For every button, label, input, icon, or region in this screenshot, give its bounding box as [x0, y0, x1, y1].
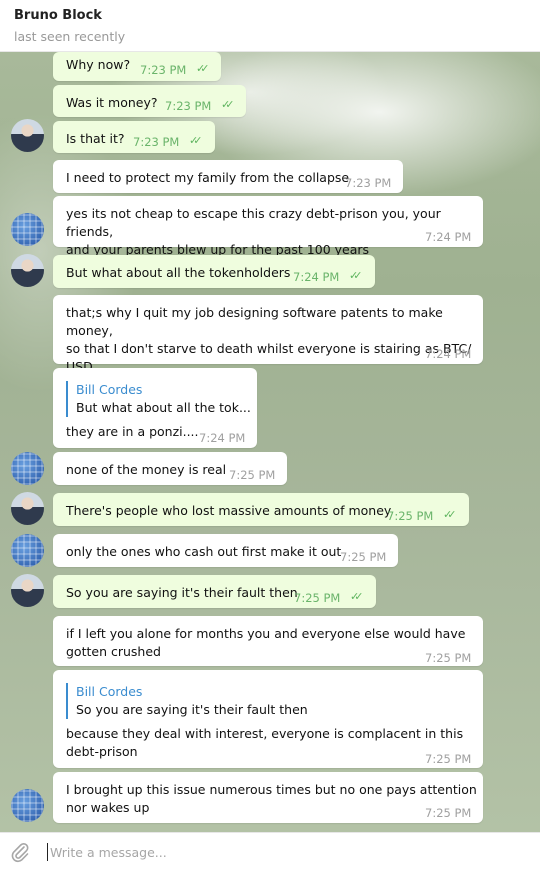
- avatar[interactable]: [11, 254, 44, 287]
- reply-author: Bill Cordes: [76, 684, 143, 699]
- read-check-icon: ✓✓: [443, 508, 457, 521]
- message-text: So you are saying it's their fault then: [66, 585, 298, 600]
- read-check-icon: ✓✓: [349, 269, 363, 282]
- message-time: 7:23 PM: [345, 176, 392, 190]
- message-time: 7:25 PM: [387, 509, 434, 523]
- message-time: 7:23 PM: [140, 63, 187, 77]
- message-list[interactable]: Why now? 7:23 PM ✓✓ Was it money? 7:23 P…: [0, 52, 540, 832]
- message-time: 7:25 PM: [425, 752, 472, 766]
- message-text: none of the money is real: [66, 462, 227, 477]
- message-text: There's people who lost massive amounts …: [66, 503, 392, 518]
- message-time: 7:24 PM: [199, 431, 246, 445]
- avatar[interactable]: [11, 789, 44, 822]
- avatar[interactable]: [11, 492, 44, 525]
- message-bubble[interactable]: that;s why I quit my job designing softw…: [53, 295, 483, 374]
- message-text: only the ones who cash out first make it…: [66, 544, 342, 559]
- message-text: I need to protect my family from the col…: [66, 170, 350, 185]
- read-check-icon: ✓✓: [221, 98, 235, 111]
- message-bubble[interactable]: Bill Cordes But what about all the tok..…: [53, 368, 257, 448]
- message-bubble[interactable]: Was it money? 7:23 PM ✓✓: [53, 85, 246, 117]
- message-time: 7:24 PM: [425, 347, 472, 361]
- message-text: But what about all the tokenholders: [66, 265, 291, 280]
- message-bubble[interactable]: I need to protect my family from the col…: [53, 160, 403, 193]
- avatar[interactable]: [11, 534, 44, 567]
- message-text: because they deal with interest, everyon…: [66, 726, 464, 759]
- message-time: 7:25 PM: [294, 591, 341, 605]
- avatar[interactable]: [11, 452, 44, 485]
- read-check-icon: ✓✓: [196, 62, 210, 75]
- message-bubble[interactable]: none of the money is real 7:25 PM: [53, 452, 287, 485]
- reply-author: Bill Cordes: [76, 382, 143, 397]
- message-text: I brought up this issue numerous times b…: [66, 782, 477, 815]
- avatar[interactable]: [11, 574, 44, 607]
- message-time: 7:24 PM: [293, 270, 340, 284]
- chat-header: Bruno Block last seen recently: [0, 0, 540, 52]
- attach-icon[interactable]: [10, 841, 30, 863]
- read-check-icon: ✓✓: [189, 134, 203, 147]
- message-text: Why now?: [66, 57, 131, 72]
- message-bubble[interactable]: Bill Cordes So you are saying it's their…: [53, 670, 483, 768]
- message-text: if I left you alone for months you and e…: [66, 626, 466, 659]
- message-time: 7:23 PM: [165, 99, 212, 113]
- reply-text: But what about all the tok...: [76, 400, 251, 415]
- message-time: 7:25 PM: [425, 806, 472, 820]
- message-bubble[interactable]: if I left you alone for months you and e…: [53, 616, 483, 666]
- message-time: 7:23 PM: [133, 135, 180, 149]
- reply-quote[interactable]: Bill Cordes So you are saying it's their…: [66, 683, 308, 719]
- message-time: 7:25 PM: [229, 468, 276, 482]
- message-bubble[interactable]: Is that it? 7:23 PM ✓✓: [53, 121, 215, 153]
- message-time: 7:25 PM: [340, 550, 387, 564]
- message-bubble[interactable]: There's people who lost massive amounts …: [53, 493, 469, 526]
- reply-quote[interactable]: Bill Cordes But what about all the tok..…: [66, 381, 251, 417]
- message-bubble[interactable]: only the ones who cash out first make it…: [53, 534, 398, 567]
- avatar[interactable]: [11, 119, 44, 152]
- reply-text: So you are saying it's their fault then: [76, 702, 308, 717]
- message-bubble[interactable]: But what about all the tokenholders 7:24…: [53, 255, 375, 288]
- read-check-icon: ✓✓: [350, 590, 364, 603]
- message-text: they are in a ponzi....: [66, 424, 199, 439]
- message-bubble[interactable]: yes its not cheap to escape this crazy d…: [53, 196, 483, 257]
- text-cursor: [47, 843, 48, 861]
- message-time: 7:25 PM: [425, 651, 472, 665]
- message-time: 7:24 PM: [425, 230, 472, 244]
- message-bubble[interactable]: Why now? 7:23 PM ✓✓: [53, 52, 221, 81]
- contact-name[interactable]: Bruno Block: [14, 7, 526, 24]
- message-text: yes its not cheap to escape this crazy d…: [66, 206, 441, 257]
- message-text: Is that it?: [66, 131, 125, 146]
- message-bubble[interactable]: So you are saying it's their fault then …: [53, 575, 376, 608]
- message-text: Was it money?: [66, 95, 158, 110]
- message-bubble[interactable]: I brought up this issue numerous times b…: [53, 772, 483, 823]
- message-text: that;s why I quit my job designing softw…: [66, 305, 472, 374]
- message-composer: [0, 832, 540, 871]
- message-input[interactable]: [50, 841, 520, 863]
- contact-status: last seen recently: [14, 29, 126, 44]
- avatar[interactable]: [11, 213, 44, 246]
